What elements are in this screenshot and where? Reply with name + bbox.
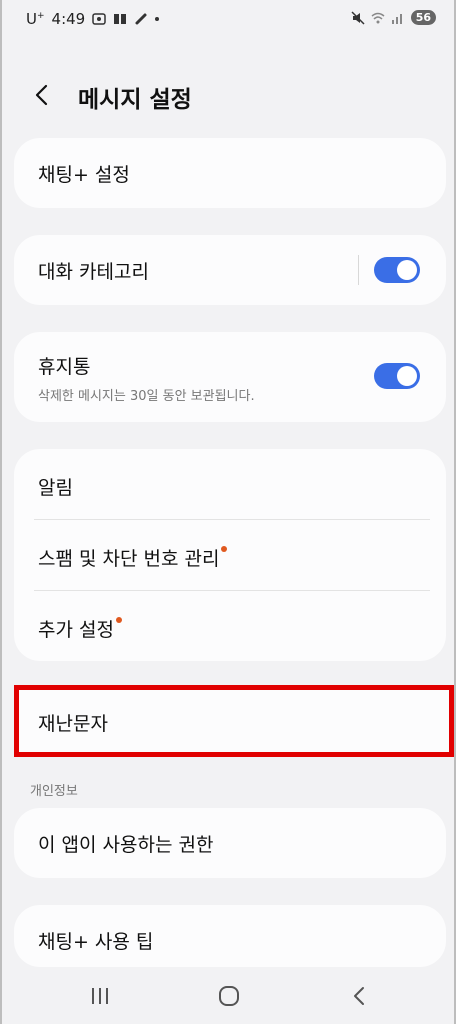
spam-label: 스팸 및 차단 번호 관리 bbox=[38, 548, 220, 570]
privacy-section-header: 개인정보 bbox=[30, 784, 78, 799]
chatting-tips-item[interactable]: 채팅+ 사용 팁 bbox=[14, 905, 446, 967]
recent-apps-icon[interactable] bbox=[86, 984, 114, 1008]
status-right: 56 bbox=[351, 10, 436, 25]
cast-icon bbox=[114, 14, 127, 24]
trash-label: 휴지통 bbox=[38, 356, 91, 378]
more-settings-item[interactable]: 추가 설정 bbox=[38, 615, 122, 642]
wifi-icon bbox=[371, 12, 385, 23]
trash-text: 휴지통 삭제한 메시지는 30일 동안 보관됩니다. bbox=[38, 352, 255, 404]
status-left: U+ 4:49 bbox=[26, 10, 160, 28]
settings-group-card: 알림 스팸 및 차단 번호 관리 추가 설정 bbox=[14, 449, 446, 661]
trash-item[interactable]: 휴지통 삭제한 메시지는 30일 동안 보관됩니다. bbox=[14, 332, 446, 422]
divider bbox=[34, 519, 430, 520]
chatting-settings-item[interactable]: 채팅+ 설정 bbox=[14, 138, 446, 208]
separator bbox=[358, 255, 359, 285]
screenshot-icon bbox=[92, 13, 106, 25]
new-badge-dot bbox=[115, 617, 122, 623]
carrier-text: U bbox=[26, 10, 37, 28]
conversation-category-item[interactable]: 대화 카테고리 bbox=[14, 235, 446, 305]
signal-icon bbox=[391, 13, 402, 24]
notifications-item[interactable]: 알림 bbox=[38, 473, 73, 500]
permissions-item[interactable]: 이 앱이 사용하는 권한 bbox=[14, 808, 446, 878]
chatting-tips-label: 채팅+ 사용 팁 bbox=[38, 931, 154, 953]
toggle-knob bbox=[397, 260, 417, 280]
app-header: 메시지 설정 bbox=[0, 70, 456, 120]
emergency-alerts-label: 재난문자 bbox=[38, 713, 108, 735]
status-time: 4:49 bbox=[51, 10, 86, 28]
emergency-alerts-item[interactable]: 재난문자 bbox=[14, 685, 454, 757]
home-icon[interactable] bbox=[215, 984, 243, 1008]
new-badge-dot bbox=[221, 546, 228, 552]
status-bar: U+ 4:49 56 bbox=[0, 0, 456, 40]
carrier-sup: + bbox=[36, 11, 45, 21]
screen-edge-left bbox=[0, 0, 2, 1024]
divider bbox=[34, 590, 430, 591]
conversation-category-toggle[interactable] bbox=[374, 257, 420, 283]
carrier-label: U+ bbox=[26, 10, 45, 28]
spam-item[interactable]: 스팸 및 차단 번호 관리 bbox=[38, 544, 228, 571]
trash-subtitle: 삭제한 메시지는 30일 동안 보관됩니다. bbox=[38, 389, 255, 404]
mute-icon bbox=[351, 10, 365, 25]
back-arrow-icon[interactable] bbox=[32, 84, 54, 106]
conversation-category-label: 대화 카테고리 bbox=[38, 261, 149, 283]
link-icon bbox=[135, 13, 147, 25]
permissions-label: 이 앱이 사용하는 권한 bbox=[38, 834, 214, 856]
page-title: 메시지 설정 bbox=[78, 87, 192, 113]
navigation-bar bbox=[0, 970, 456, 1024]
more-settings-label: 추가 설정 bbox=[38, 619, 114, 641]
toggle-knob bbox=[397, 366, 417, 386]
back-nav-icon[interactable] bbox=[346, 984, 374, 1008]
notification-dot-icon bbox=[155, 17, 160, 21]
battery-badge: 56 bbox=[410, 10, 436, 25]
trash-toggle[interactable] bbox=[374, 363, 420, 389]
chatting-settings-label: 채팅+ 설정 bbox=[38, 164, 130, 186]
